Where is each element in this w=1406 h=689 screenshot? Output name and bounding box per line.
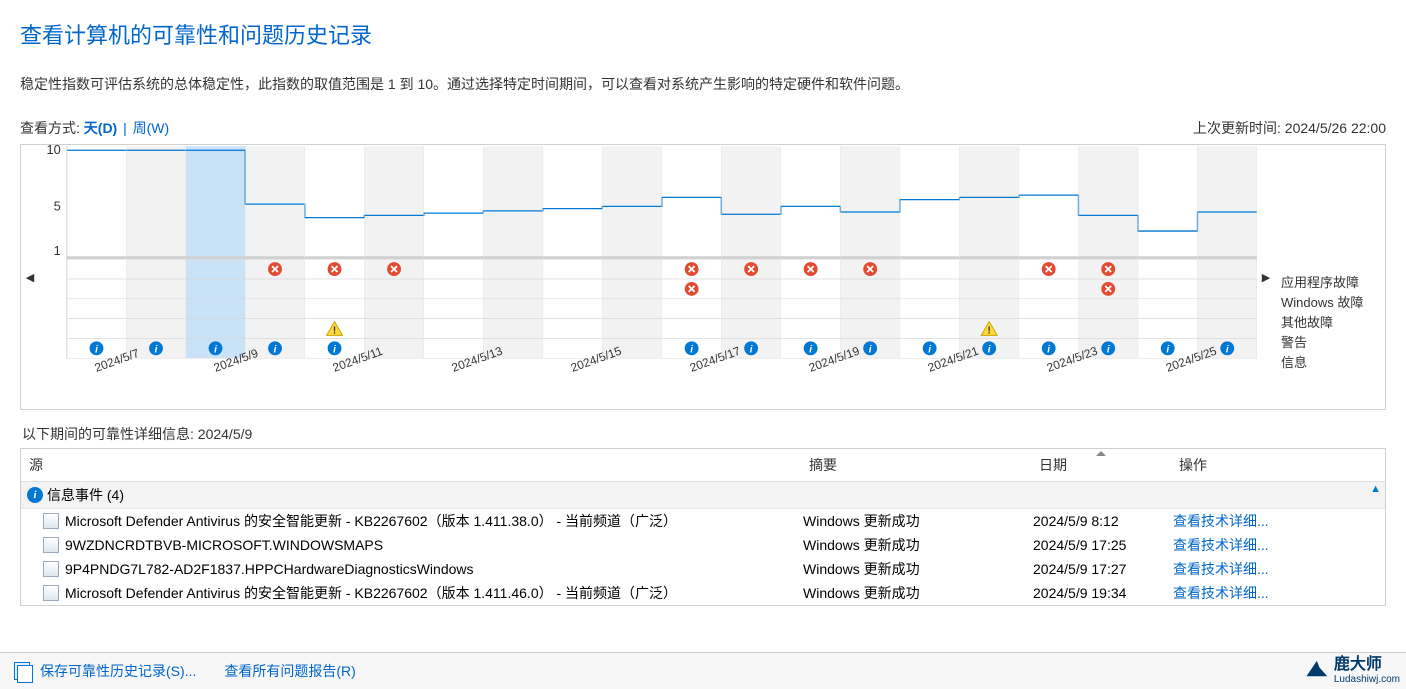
view-by-label: 查看方式: <box>20 120 80 136</box>
update-icon <box>43 585 59 601</box>
chart-legend: 应用程序故障Windows 故障其他故障警告信息 <box>1275 145 1385 409</box>
svg-text:i: i <box>750 344 753 355</box>
svg-text:i: i <box>1107 344 1110 355</box>
group-row-info[interactable]: i 信息事件 (4) ▲ <box>21 482 1385 509</box>
svg-text:i: i <box>214 344 217 355</box>
svg-text:i: i <box>809 344 812 355</box>
svg-text:i: i <box>988 344 991 355</box>
details-table: 源 摘要 日期 操作 i 信息事件 (4) ▲ Microsoft Defend… <box>20 448 1386 606</box>
page-description: 稳定性指数可评估系统的总体稳定性，此指数的取值范围是 1 到 10。通过选择特定… <box>20 74 1386 94</box>
view-by-week-link[interactable]: 周(W) <box>133 120 170 136</box>
table-row[interactable]: Microsoft Defender Antivirus 的安全智能更新 - K… <box>21 581 1385 605</box>
svg-text:5: 5 <box>54 198 61 213</box>
view-by-controls: 查看方式: 天(D) | 周(W) <box>20 118 169 138</box>
legend-item: 应用程序故障 <box>1281 273 1379 293</box>
view-separator: | <box>123 120 127 136</box>
table-row[interactable]: Microsoft Defender Antivirus 的安全智能更新 - K… <box>21 509 1385 533</box>
scroll-up-icon[interactable]: ▲ <box>1370 483 1381 495</box>
svg-text:i: i <box>1226 344 1229 355</box>
svg-text:i: i <box>333 344 336 355</box>
save-history-link[interactable]: 保存可靠性历史记录(S)... <box>40 661 196 681</box>
svg-text:i: i <box>928 344 931 355</box>
chart-prev-arrow[interactable]: ◀ <box>21 145 39 409</box>
svg-text:!: ! <box>988 325 991 336</box>
svg-text:i: i <box>1166 344 1169 355</box>
view-details-link[interactable]: 查看技术详细... <box>1173 535 1379 555</box>
update-icon <box>43 513 59 529</box>
svg-text:i: i <box>690 344 693 355</box>
svg-text:10: 10 <box>46 145 60 157</box>
legend-item: Windows 故障 <box>1281 293 1379 313</box>
svg-text:i: i <box>869 344 872 355</box>
last-update: 上次更新时间: 2024/5/26 22:00 <box>1193 118 1386 138</box>
col-source[interactable]: 源 <box>21 449 801 481</box>
svg-text:i: i <box>95 344 98 355</box>
svg-text:i: i <box>1047 344 1050 355</box>
table-row[interactable]: 9P4PNDG7L782-AD2F1837.HPPCHardwareDiagno… <box>21 557 1385 581</box>
svg-text:!: ! <box>333 325 336 336</box>
view-details-link[interactable]: 查看技术详细... <box>1173 511 1379 531</box>
view-all-reports-link[interactable]: 查看所有问题报告(R) <box>224 661 355 681</box>
save-icon <box>14 662 30 680</box>
col-summary[interactable]: 摘要 <box>801 449 1031 481</box>
watermark-logo-icon <box>1304 657 1330 679</box>
table-row[interactable]: 9WZDNCRDTBVB-MICROSOFT.WINDOWSMAPSWindow… <box>21 533 1385 557</box>
footer-bar: 保存可靠性历史记录(S)... 查看所有问题报告(R) <box>0 652 1406 689</box>
svg-text:i: i <box>274 344 277 355</box>
legend-item: 信息 <box>1281 353 1379 373</box>
view-details-link[interactable]: 查看技术详细... <box>1173 583 1379 603</box>
col-action[interactable]: 操作 <box>1171 449 1385 481</box>
page-title: 查看计算机的可靠性和问题历史记录 <box>20 18 1386 50</box>
info-icon: i <box>27 487 43 503</box>
update-icon <box>43 537 59 553</box>
legend-item: 警告 <box>1281 333 1379 353</box>
chart-next-arrow[interactable]: ▶ <box>1257 145 1275 409</box>
reliability-chart[interactable]: 1510!!iiiiiiiiiiiiiii2024/5/72024/5/9202… <box>39 145 1257 409</box>
legend-item: 其他故障 <box>1281 313 1379 333</box>
col-date[interactable]: 日期 <box>1031 449 1171 481</box>
view-details-link[interactable]: 查看技术详细... <box>1173 559 1379 579</box>
watermark: 鹿大师 Ludashiwj.com <box>1304 650 1400 685</box>
svg-text:1: 1 <box>54 243 61 258</box>
svg-text:i: i <box>155 344 158 355</box>
details-header: 以下期间的可靠性详细信息: 2024/5/9 <box>22 424 1386 444</box>
view-by-day-link[interactable]: 天(D) <box>84 120 117 136</box>
update-icon <box>43 561 59 577</box>
